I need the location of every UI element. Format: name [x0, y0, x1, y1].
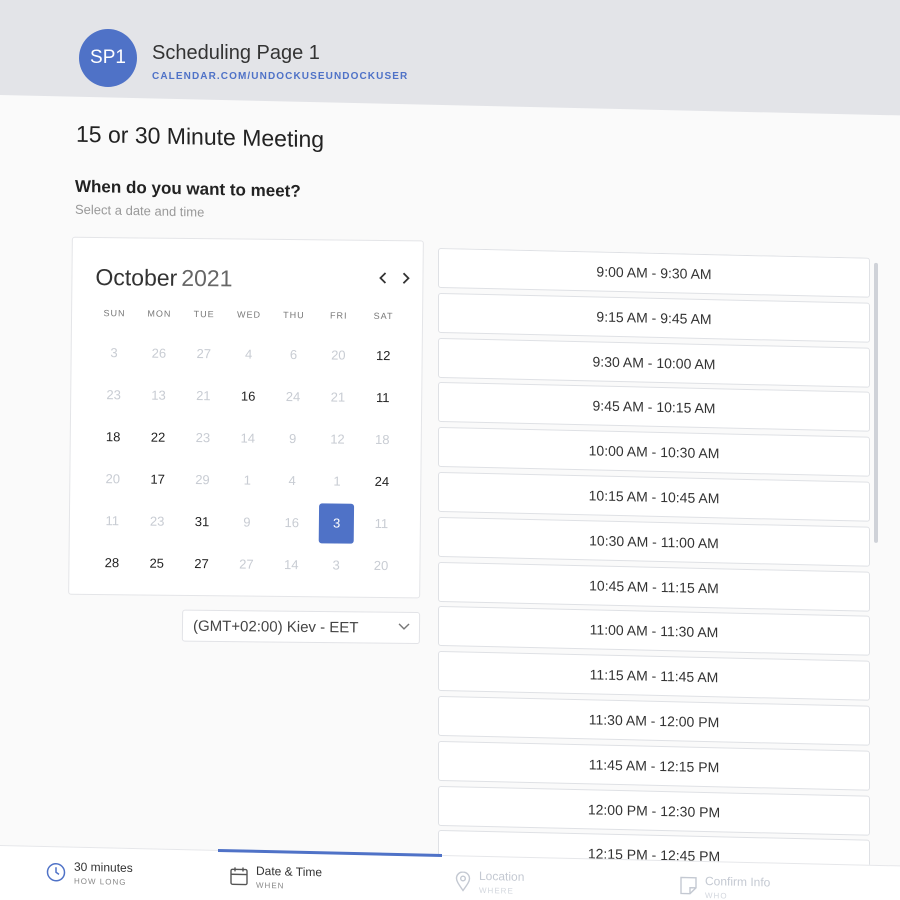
- step-confirm-info[interactable]: Confirm Info WHO: [680, 873, 770, 900]
- calendar-day-unavailable: 20: [373, 557, 389, 574]
- step-location[interactable]: Location WHERE: [455, 868, 524, 896]
- time-slot-button[interactable]: 10:00 AM - 10:30 AM: [438, 427, 870, 477]
- meeting-title: 15 or 30 Minute Meeting: [76, 120, 325, 153]
- calendar-day-unavailable: 4: [288, 473, 296, 489]
- weekday-header: WED: [237, 309, 262, 320]
- step-confirm-info-title: Confirm Info: [705, 873, 771, 890]
- calendar-day-unavailable: 9: [288, 431, 297, 447]
- calendar-day-unavailable: 27: [196, 346, 212, 362]
- step-date-time-sub: WHEN: [256, 880, 285, 891]
- calendar-day-unavailable: 24: [285, 388, 301, 405]
- calendar-month-label: October 2021: [95, 264, 232, 292]
- step-duration-title: 30 minutes: [74, 859, 133, 876]
- time-slot-button[interactable]: 10:30 AM - 11:00 AM: [438, 516, 870, 567]
- scheduling-page-title: Scheduling Page 1: [152, 42, 320, 64]
- timezone-value: (GMT+02:00) Kiev - EET: [192, 617, 359, 637]
- step-date-time-title: Date & Time: [256, 863, 323, 880]
- calendar-day-available[interactable]: 25: [139, 543, 174, 583]
- calendar-day-unavailable: 11: [105, 513, 120, 529]
- step-duration-sub: HOW LONG: [74, 876, 127, 887]
- calendar-day-unavailable: 23: [195, 430, 211, 446]
- step-duration[interactable]: 30 minutes HOW LONG: [46, 859, 133, 887]
- time-slot-button[interactable]: 9:15 AM - 9:45 AM: [438, 292, 870, 343]
- calendar-day-unavailable: 1: [333, 473, 341, 489]
- calendar-day-unavailable: 13: [151, 387, 166, 403]
- calendar-day-unavailable: 21: [330, 389, 346, 405]
- calendar-day-unavailable: 16: [284, 514, 300, 531]
- calendar-day-unavailable: 3: [110, 345, 118, 361]
- calendar-day-unavailable: 1: [243, 472, 252, 488]
- time-slot-button[interactable]: 10:15 AM - 10:45 AM: [438, 471, 870, 522]
- time-slot-button[interactable]: 9:30 AM - 10:00 AM: [438, 337, 870, 388]
- weekday-header: SUN: [103, 308, 126, 319]
- time-slot-button[interactable]: 9:00 AM - 9:30 AM: [438, 247, 870, 298]
- calendar-day-unavailable: 26: [151, 345, 167, 361]
- calendar-day-unavailable: 23: [149, 513, 165, 529]
- date-picker-calendar: October 2021 SUN MON TUE WED THU FRI SAT 3 26 27 4 6…: [68, 236, 424, 599]
- calendar-day-selected[interactable]: 3: [318, 503, 355, 544]
- calendar-day-unavailable: 6: [289, 347, 298, 363]
- calendar-day-available[interactable]: 28: [94, 543, 129, 583]
- weekday-header: MON: [147, 308, 172, 319]
- calendar-day-available[interactable]: 18: [96, 417, 131, 457]
- slot-list-scrollbar[interactable]: [874, 262, 878, 543]
- chevron-down-icon: [398, 623, 410, 630]
- time-slot-button[interactable]: 10:45 AM - 11:15 AM: [438, 561, 870, 612]
- calendar-day-unavailable: 27: [239, 556, 254, 572]
- map-pin-icon: [455, 871, 471, 892]
- time-slot-button[interactable]: 11:45 AM - 12:15 PM: [438, 740, 870, 791]
- chevron-right-icon[interactable]: [400, 269, 410, 290]
- time-slot-button[interactable]: 12:00 PM - 12:30 PM: [438, 785, 870, 836]
- weekday-header: THU: [283, 309, 305, 321]
- step-date-time[interactable]: Date & Time WHEN: [230, 863, 322, 891]
- calendar-day-available[interactable]: 22: [140, 417, 175, 457]
- calendar-icon: [230, 867, 248, 886]
- calendar-day-unavailable: 14: [283, 556, 299, 573]
- time-slot-button[interactable]: 11:00 AM - 11:30 AM: [438, 606, 870, 657]
- calendar-day-unavailable: 14: [240, 430, 256, 446]
- calendar-day-available[interactable]: 11: [365, 378, 400, 418]
- calendar-day-available[interactable]: 12: [366, 336, 401, 376]
- calendar-day-unavailable: 3: [332, 557, 340, 573]
- calendar-grid: SUN MON TUE WED THU FRI SAT 3 26 27 4 6 20 12 23 13 21 16…: [89, 308, 406, 587]
- calendar-day-unavailable: 4: [244, 346, 253, 362]
- clock-icon: [46, 863, 66, 882]
- weekday-header: TUE: [193, 309, 215, 320]
- calendar-day-unavailable: 29: [195, 472, 210, 488]
- calendar-day-available[interactable]: 24: [364, 462, 399, 502]
- scheduling-page-url[interactable]: CALENDAR.COM/UNDOCKUSEUNDOCKUSER: [152, 71, 408, 82]
- calendar-month: October: [95, 263, 178, 291]
- step-location-title: Location: [479, 868, 525, 884]
- calendar-year: 2021: [181, 264, 233, 292]
- calendar-day-available[interactable]: 27: [184, 544, 219, 584]
- calendar-day-unavailable: 20: [105, 471, 121, 487]
- calendar-day-available[interactable]: 17: [140, 459, 175, 499]
- calendar-day-unavailable: 20: [331, 347, 346, 363]
- calendar-day-unavailable: 12: [330, 431, 345, 447]
- calendar-day-unavailable: 18: [375, 431, 390, 448]
- time-slot-list[interactable]: 9:00 AM - 9:30 AM 9:15 AM - 9:45 AM 9:30 A…: [438, 247, 870, 883]
- when-heading: When do you want to meet?: [75, 176, 301, 201]
- chevron-left-icon[interactable]: [378, 269, 388, 290]
- time-slot-button[interactable]: 11:15 AM - 11:45 AM: [438, 651, 870, 701]
- main-sheet: 15 or 30 Minute Meeting When do you want…: [0, 95, 900, 900]
- weekday-header: FRI: [329, 310, 348, 321]
- calendar-day-unavailable: 23: [106, 387, 121, 403]
- when-subtitle: Select a date and time: [75, 201, 205, 220]
- calendar-day-available[interactable]: 16: [231, 376, 266, 416]
- time-slot-button[interactable]: 9:45 AM - 10:15 AM: [438, 382, 870, 433]
- timezone-select[interactable]: (GMT+02:00) Kiev - EET: [181, 609, 421, 645]
- time-slot-button[interactable]: 11:30 AM - 12:00 PM: [438, 695, 870, 746]
- calendar-day-available[interactable]: 31: [184, 502, 219, 542]
- step-location-sub: WHERE: [479, 885, 514, 896]
- calendar-day-unavailable: 11: [374, 515, 389, 532]
- calendar-day-unavailable: 9: [243, 514, 251, 530]
- avatar: SP1: [79, 29, 137, 87]
- note-icon: [680, 876, 697, 895]
- step-confirm-info-sub: WHO: [705, 890, 728, 900]
- calendar-day-unavailable: 21: [196, 388, 211, 404]
- weekday-header: SAT: [373, 310, 394, 322]
